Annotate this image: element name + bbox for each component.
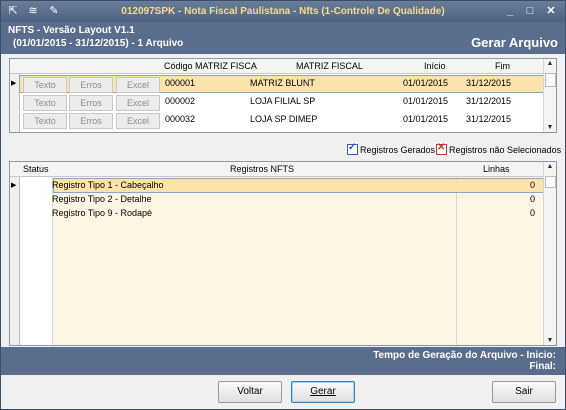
period-summary: (01/01/2015 - 31/12/2015) - 1 Arquivo	[13, 38, 184, 49]
main-window: ⇱ ≋ ✎ 012097SPK - Nota Fiscal Paulistana…	[0, 0, 566, 410]
layout-version: NFTS - Versão Layout V1.1	[8, 25, 135, 36]
record-label: Registro Tipo 1 - Cabeçalho	[52, 180, 164, 190]
col-codigo: Código MATRIZ FISCA	[164, 61, 257, 71]
row-fim: 31/12/2015	[466, 78, 512, 88]
excel-button[interactable]: Excel	[116, 95, 160, 111]
page-header: NFTS - Versão Layout V1.1 (01/01/2015 - …	[1, 22, 565, 54]
files-grid-scrollbar[interactable]: ▲ ▼	[543, 59, 556, 132]
maximize-button[interactable]: □	[523, 5, 537, 18]
col-fim: Fim	[495, 61, 510, 71]
back-button[interactable]: Voltar	[218, 381, 282, 403]
legend-generated-label: Registros Gerados	[360, 145, 436, 155]
texto-button[interactable]: Texto	[23, 113, 67, 129]
row-fim: 31/12/2015	[466, 114, 512, 124]
row-inicio: 01/01/2015	[403, 96, 449, 106]
record-label: Registro Tipo 2 - Detalhe	[52, 194, 152, 204]
col-status: Status	[23, 164, 49, 174]
status-column	[20, 177, 53, 345]
records-grid-scrollbar[interactable]: ▲ ▼	[543, 162, 556, 345]
current-row-icon: ▶	[11, 182, 17, 189]
row-matriz: LOJA FILIAL SP	[250, 96, 316, 106]
col-registros: Registros NFTS	[230, 164, 295, 174]
current-row-icon: ▶	[11, 80, 17, 87]
records-grid-header: Status Registros NFTS Linhas	[10, 162, 544, 177]
texto-button[interactable]: Texto	[23, 77, 67, 93]
legend-not-selected-label: Registros não Selecionados	[449, 145, 562, 155]
scroll-down-icon[interactable]: ▼	[544, 337, 556, 344]
excel-button[interactable]: Excel	[116, 77, 160, 93]
checked-icon: ✓	[347, 142, 358, 155]
minimize-button[interactable]: _	[503, 5, 517, 18]
row-matriz: LOJA SP DIMEP	[250, 114, 318, 124]
generation-time-label: Tempo de Geração do Arquivo - Inicio:	[373, 350, 556, 361]
title-bar: ⇱ ≋ ✎ 012097SPK - Nota Fiscal Paulistana…	[1, 1, 565, 22]
erros-button[interactable]: Erros	[69, 95, 113, 111]
col-matriz: MATRIZ FISCAL	[296, 61, 363, 71]
exit-button[interactable]: Sair	[492, 381, 556, 403]
col-linhas: Linhas	[483, 164, 510, 174]
row-codigo: 000032	[165, 114, 196, 124]
files-grid: Código MATRIZ FISCA MATRIZ FISCAL Início…	[9, 58, 557, 133]
scroll-up-icon[interactable]: ▲	[544, 163, 556, 170]
generate-button[interactable]: Gerar	[291, 381, 355, 403]
records-grid: Status Registros NFTS Linhas ▶ Registro …	[9, 161, 557, 346]
status-footer: Tempo de Geração do Arquivo - Inicio: Fi…	[1, 347, 565, 375]
row-indicator-column: ▶	[10, 177, 20, 345]
row-codigo: 000002	[165, 96, 196, 106]
column-divider	[456, 177, 457, 345]
excel-button[interactable]: Excel	[116, 113, 160, 129]
erros-button[interactable]: Erros	[69, 113, 113, 129]
page-title: Gerar Arquivo	[471, 35, 558, 50]
scroll-down-icon[interactable]: ▼	[544, 124, 556, 131]
texto-button[interactable]: Texto	[23, 95, 67, 111]
row-fim: 31/12/2015	[466, 96, 512, 106]
record-lines: 0	[530, 208, 536, 218]
row-codigo: 000001	[165, 78, 196, 88]
row-matriz: MATRIZ BLUNT	[250, 78, 315, 88]
cross-icon: ✕	[436, 142, 447, 155]
record-lines: 0	[530, 194, 536, 204]
close-button[interactable]: ✕	[544, 5, 558, 18]
col-inicio: Início	[424, 61, 446, 71]
scroll-thumb[interactable]	[545, 176, 556, 188]
scroll-thumb[interactable]	[545, 73, 556, 87]
record-lines: 0	[530, 180, 536, 190]
legend-not-selected: ✕ Registros não Selecionados	[436, 142, 562, 156]
files-grid-header: Código MATRIZ FISCA MATRIZ FISCAL Início…	[10, 59, 544, 74]
generation-end-label: Final:	[529, 361, 556, 372]
record-label: Registro Tipo 9 - Rodapé	[52, 208, 153, 218]
row-inicio: 01/01/2015	[403, 78, 449, 88]
row-inicio: 01/01/2015	[403, 114, 449, 124]
scroll-up-icon[interactable]: ▲	[544, 60, 556, 67]
window-title: 012097SPK - Nota Fiscal Paulistana - Nft…	[121, 6, 445, 17]
erros-button[interactable]: Erros	[69, 77, 113, 93]
legend-generated: ✓ Registros Gerados	[347, 142, 436, 156]
